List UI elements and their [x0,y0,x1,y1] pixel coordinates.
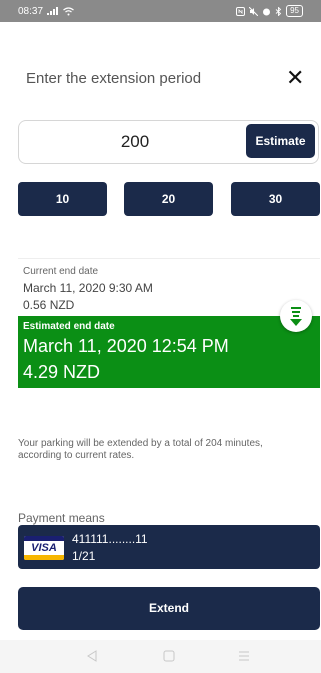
home-icon[interactable] [163,650,175,662]
back-icon[interactable] [86,650,98,662]
battery-icon: 95 [286,5,303,17]
estimated-end-label: Estimated end date [23,321,115,332]
status-time: 08:37 [18,5,44,17]
close-icon[interactable]: ✕ [286,66,304,90]
quick-option-20-button[interactable]: 20 [124,182,213,216]
payment-card-selector[interactable]: VISA 411111........11 1/21 [18,525,320,569]
current-end-panel: Current end date March 11, 2020 9:30 AM … [18,258,320,317]
expand-toggle-button[interactable] [280,300,312,332]
quick-option-30-button[interactable]: 30 [231,182,320,216]
current-end-price: 0.56 NZD [23,298,75,312]
menu-icon[interactable] [238,650,250,662]
current-end-label: Current end date [23,266,99,277]
status-bar: 08:37 95 [0,0,321,22]
card-brand-text: VISA [31,542,57,554]
arrow-down-icon [290,307,302,326]
signal-icon [47,7,59,15]
extend-button[interactable]: Extend [18,587,320,630]
estimated-end-date: March 11, 2020 12:54 PM [23,336,229,356]
mute-icon [249,6,259,16]
payment-means-label: Payment means [18,511,105,525]
extension-period-value[interactable]: 200 [19,121,251,163]
system-nav-bar [0,640,321,673]
visa-logo: VISA [24,536,64,560]
extension-info-text: Your parking will be extended by a total… [18,438,263,461]
bluetooth-icon [275,6,282,16]
estimated-end-panel: Estimated end date March 11, 2020 12:54 … [18,316,320,388]
current-end-date: March 11, 2020 9:30 AM [23,281,153,295]
alarm-icon [263,8,271,15]
card-expiry: 1/21 [72,549,96,563]
card-number: 411111........11 [72,532,148,546]
quick-option-10-button[interactable]: 10 [18,182,107,216]
estimate-button[interactable]: Estimate [246,124,315,158]
estimated-end-price: 4.29 NZD [23,362,101,382]
nfc-icon [236,6,246,16]
wifi-icon [63,6,74,15]
page-title: Enter the extension period [26,70,202,87]
